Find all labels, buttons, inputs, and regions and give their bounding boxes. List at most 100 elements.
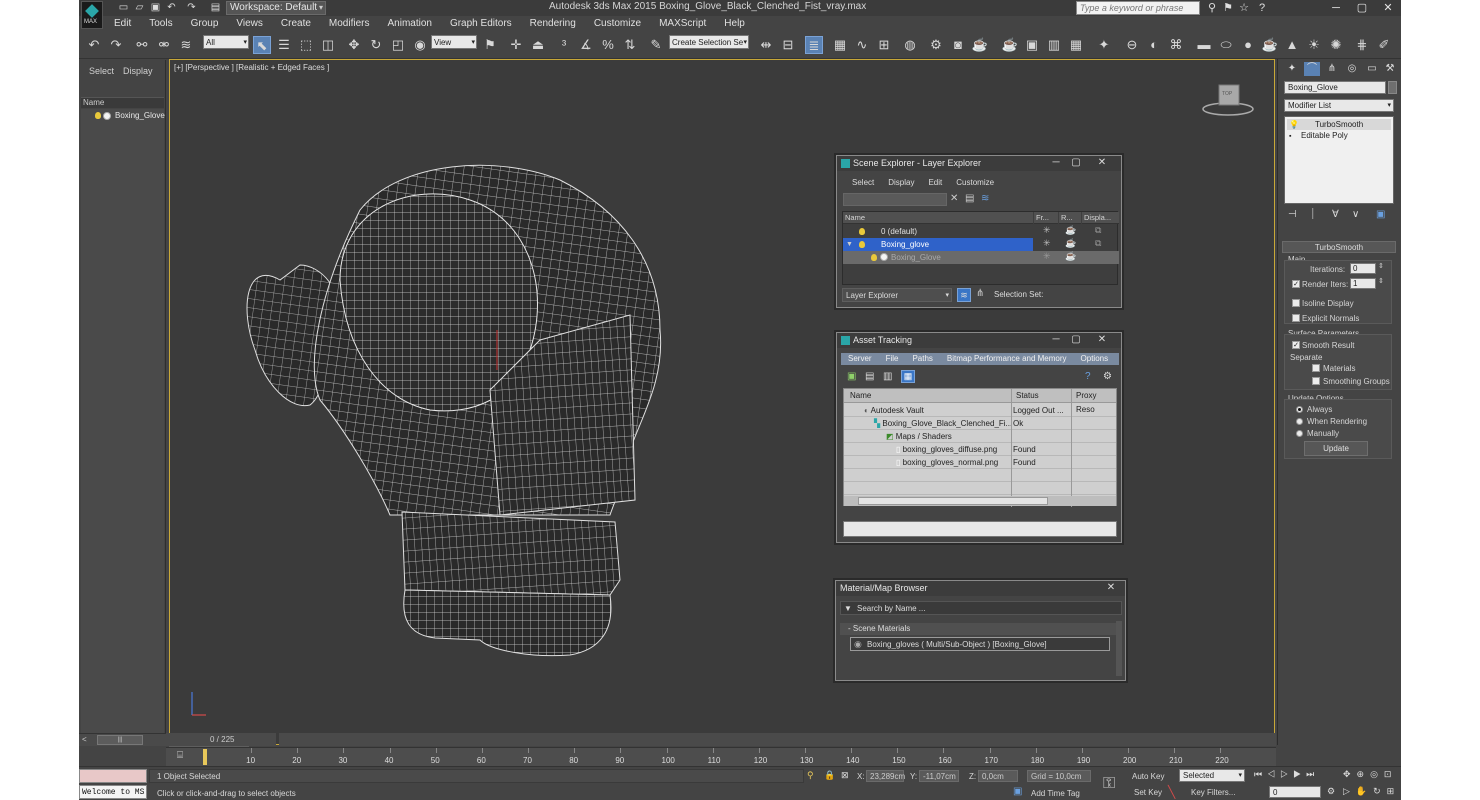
vertical-scrollbar[interactable]	[1116, 621, 1122, 676]
remove-modifier-icon[interactable]: ∨	[1352, 209, 1359, 220]
viewcube-label[interactable]: TOP	[1222, 91, 1232, 97]
dynamics-icon[interactable]: ✐	[1375, 36, 1393, 54]
selection-filter-dropdown[interactable]: All ▾	[203, 35, 249, 49]
column-header-name[interactable]: Name	[843, 212, 1033, 224]
make-unique-icon[interactable]: ∀	[1332, 209, 1339, 220]
column-header-name[interactable]: Name	[850, 389, 871, 403]
project-folder-icon[interactable]: ▤	[209, 1, 222, 14]
layer-add-icon[interactable]: ▤	[965, 193, 974, 204]
menu-customize[interactable]: Customize	[585, 16, 650, 31]
menu-file[interactable]: File	[879, 353, 906, 365]
viewport-navigation-controls[interactable]: ✥⊕◎⊡	[1343, 769, 1397, 780]
undo-icon[interactable]: ↶	[165, 1, 178, 14]
render-iters-checkbox[interactable]: ✓	[1292, 280, 1300, 288]
menu-maxscript[interactable]: MAXScript	[650, 16, 715, 31]
menu-bitmap-performance[interactable]: Bitmap Performance and Memory	[940, 353, 1074, 365]
configure-sets-icon[interactable]: ▣	[1376, 209, 1385, 220]
angle-snap-icon[interactable]: ∡	[577, 36, 595, 54]
teapot-icon[interactable]: ☕	[1065, 225, 1076, 236]
add-time-tag[interactable]: Add Time Tag	[1031, 789, 1080, 798]
column-header-render[interactable]: R...	[1059, 212, 1081, 224]
absolute-mode-icon[interactable]: ⊠	[841, 770, 849, 781]
hierarchy-icon[interactable]: ⋔	[976, 288, 984, 299]
render-frame-window-icon[interactable]: ◙	[949, 36, 967, 54]
curve-editor-icon[interactable]: ∿	[853, 36, 871, 54]
window-titlebar[interactable]: Material/Map Browser	[836, 581, 1125, 596]
explorer-type-dropdown[interactable]: Layer Explorer ▾	[842, 288, 952, 302]
isoline-display-checkbox[interactable]	[1292, 299, 1300, 307]
close-icon[interactable]: ✕	[1102, 582, 1120, 594]
link-icon[interactable]: ⚯	[133, 36, 151, 54]
minimize-icon[interactable]: ─	[1047, 334, 1065, 346]
stack-item-turbosmooth[interactable]: 💡 TurboSmooth	[1287, 119, 1391, 130]
time-tag-icon[interactable]: ▣	[1013, 786, 1022, 797]
spinner-arrows-icon[interactable]: ⇕	[1378, 262, 1384, 270]
path-input[interactable]	[843, 521, 1117, 537]
menu-display[interactable]: Display	[881, 178, 921, 187]
undo-icon[interactable]: ↶	[85, 36, 103, 54]
key-icon[interactable]: ⚿	[1103, 775, 1115, 793]
mirror-icon[interactable]: ⇹	[757, 36, 775, 54]
smooth-result-checkbox[interactable]: ✓	[1292, 341, 1300, 349]
set-key-icon[interactable]: ╲	[1168, 785, 1175, 799]
select-by-name-icon[interactable]: ☰	[275, 36, 293, 54]
list-item[interactable]: Boxing_Glove	[81, 109, 165, 123]
render-frame-icon[interactable]: ▥	[1045, 36, 1063, 54]
named-selection-dropdown[interactable]: Create Selection Se ▾	[669, 35, 749, 49]
help-icon[interactable]: ?	[1085, 371, 1091, 382]
menu-graph-editors[interactable]: Graph Editors	[441, 16, 521, 31]
redo-icon[interactable]: ↷	[107, 36, 125, 54]
column-header-status[interactable]: Status	[1016, 389, 1039, 403]
table-row[interactable]: ▚ Boxing_Glove_Black_Clenched_Fi... Ok	[844, 417, 1116, 430]
vault-icon[interactable]: ▣	[847, 371, 856, 382]
maxscript-mini-listener[interactable]: Welcome to MS	[79, 785, 147, 799]
star-icon[interactable]: ☆	[1237, 1, 1251, 15]
table-row[interactable]: ▼ Boxing_glove	[843, 238, 1033, 251]
explicit-normals-checkbox[interactable]	[1292, 314, 1300, 322]
reference-coordinate-dropdown[interactable]: View ▾	[431, 35, 477, 49]
set-key-button[interactable]: Set Key	[1134, 788, 1162, 797]
always-radio[interactable]	[1296, 406, 1303, 413]
settings-icon[interactable]: ⚙	[1103, 371, 1112, 382]
time-config-icon[interactable]: ⚙	[1327, 786, 1335, 797]
layer-stack-icon[interactable]: ≋	[957, 288, 971, 302]
table-row[interactable]: ▯ boxing_gloves_normal.png Found	[844, 456, 1116, 469]
physics-icon[interactable]: ⌘	[1167, 36, 1185, 54]
sphere-primitive-icon[interactable]: ●	[1239, 36, 1257, 54]
move-icon[interactable]: ✥	[345, 36, 363, 54]
menu-create[interactable]: Create	[272, 16, 320, 31]
smoothing-groups-checkbox[interactable]	[1312, 377, 1320, 385]
save-icon[interactable]: ▣	[149, 1, 162, 14]
rotate-icon[interactable]: ↻	[367, 36, 385, 54]
display-box-icon[interactable]: ⧉	[1095, 238, 1101, 249]
column-header-display[interactable]: Displa...	[1082, 212, 1119, 224]
select-object-icon[interactable]: ⬉	[253, 36, 271, 54]
isolate-selection-icon[interactable]: ⚲	[807, 770, 814, 781]
menu-edit[interactable]: Edit	[921, 178, 949, 187]
column-header-name[interactable]: Name	[81, 97, 164, 108]
unlink-icon[interactable]: ⚮	[155, 36, 173, 54]
chevron-down-icon[interactable]: ▼	[846, 238, 853, 251]
group-scene-materials[interactable]: - Scene Materials	[840, 623, 1118, 635]
menu-paths[interactable]: Paths	[905, 353, 939, 365]
scale-icon[interactable]: ◰	[389, 36, 407, 54]
modify-tab-icon[interactable]: ⌒	[1304, 62, 1320, 76]
snaps-toggle-icon[interactable]: ³	[555, 36, 573, 54]
help-icon[interactable]: ?	[1255, 1, 1269, 15]
teapot-primitive-icon[interactable]: ☕	[1261, 36, 1279, 54]
half-circle-icon[interactable]: ◐	[1145, 36, 1163, 54]
menu-server[interactable]: Server	[841, 353, 879, 365]
key-filters-button[interactable]: Key Filters...	[1191, 788, 1235, 797]
cone-primitive-icon[interactable]: ▲	[1283, 36, 1301, 54]
playback-controls[interactable]: ⏮◁▷▶⏭	[1254, 769, 1319, 780]
app-logo[interactable]: MAX	[81, 1, 103, 29]
display-box-icon[interactable]: ⧉	[1095, 225, 1101, 236]
clear-icon[interactable]: ✕	[950, 193, 958, 204]
selection-lock-icon[interactable]: 🔒	[824, 770, 835, 781]
close-icon[interactable]: ✕	[1093, 334, 1111, 346]
menu-tools[interactable]: Tools	[140, 16, 181, 31]
chevron-down-icon[interactable]: ▾	[316, 1, 326, 15]
cylinder-primitive-icon[interactable]: ⬭	[1217, 36, 1235, 54]
column-header-freeze[interactable]: Fr...	[1034, 212, 1058, 224]
y-coordinate-field[interactable]: -11,07cm	[919, 770, 959, 782]
